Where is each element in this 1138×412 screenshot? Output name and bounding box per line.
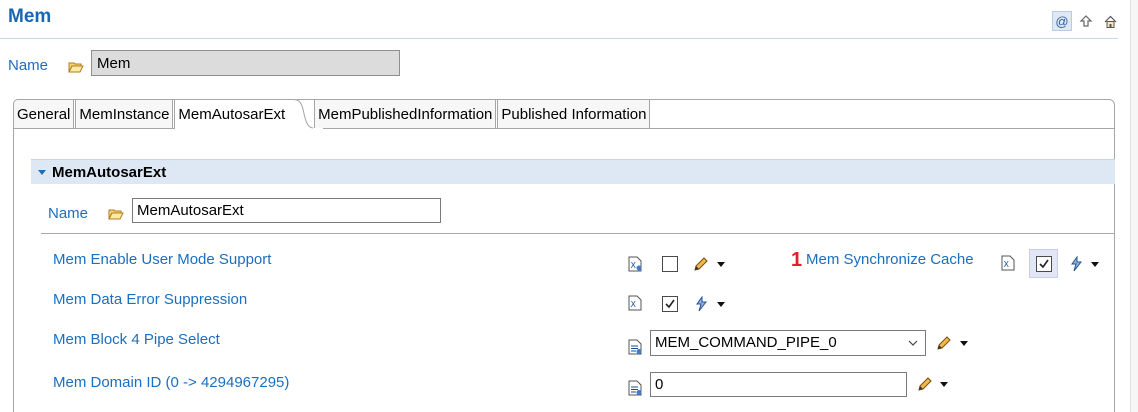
chevron-down-icon[interactable] bbox=[907, 337, 919, 349]
domain-id-label[interactable]: Mem Domain ID (0 -> 4294967295) bbox=[53, 374, 289, 391]
tab-label: Published Information bbox=[501, 105, 647, 123]
tab-mempublishedinformation[interactable]: MemPublishedInformation bbox=[314, 99, 497, 128]
top-toolbar: @ bbox=[1052, 11, 1120, 31]
title-divider bbox=[0, 38, 1118, 39]
sync-cache-menu-arrow-icon[interactable] bbox=[1091, 262, 1099, 267]
pipe-select-dropdown[interactable]: MEM_COMMAND_PIPE_0 bbox=[650, 330, 926, 356]
data-error-suppression-label[interactable]: Mem Data Error Suppression bbox=[53, 291, 247, 308]
home-icon[interactable] bbox=[1100, 11, 1120, 31]
checkmark-icon bbox=[665, 299, 675, 309]
open-folder-icon bbox=[108, 207, 124, 220]
tab-strip: General MemInstance MemAutosarExt MemPub… bbox=[13, 99, 651, 129]
section-header[interactable]: MemAutosarExt bbox=[31, 159, 1115, 184]
arrow-up-icon[interactable] bbox=[1076, 11, 1096, 31]
annotation-marker: 1 bbox=[791, 249, 803, 271]
user-mode-support-checkbox[interactable] bbox=[662, 256, 678, 272]
checkmark-icon bbox=[1039, 259, 1049, 269]
user-mode-support-label[interactable]: Mem Enable User Mode Support bbox=[53, 251, 271, 268]
section-divider bbox=[41, 233, 1115, 234]
active-tab-slant bbox=[293, 99, 314, 129]
svg-text:X: X bbox=[631, 261, 637, 270]
at-sign-icon[interactable]: @ bbox=[1052, 11, 1072, 31]
pipe-select-label[interactable]: Mem Block 4 Pipe Select bbox=[53, 331, 220, 348]
data-error-menu-arrow-icon[interactable] bbox=[717, 302, 725, 307]
section-name-field[interactable]: MemAutosarExt bbox=[132, 198, 441, 223]
edit-pencil-icon[interactable] bbox=[693, 256, 709, 272]
name-label[interactable]: Name bbox=[8, 57, 48, 74]
tab-general[interactable]: General bbox=[13, 99, 75, 128]
edit-pencil-icon[interactable] bbox=[936, 335, 952, 351]
tab-label: General bbox=[17, 105, 71, 123]
section-name-row: Name MemAutosarExt bbox=[48, 197, 448, 223]
name-row: Name Mem bbox=[8, 50, 408, 76]
sync-cache-label[interactable]: Mem Synchronize Cache bbox=[806, 251, 974, 268]
svg-text:X: X bbox=[631, 300, 637, 309]
number-doc-icon bbox=[628, 380, 642, 396]
domain-id-menu-arrow-icon[interactable] bbox=[940, 382, 948, 387]
section-name-label[interactable]: Name bbox=[48, 205, 88, 222]
calculated-doc-icon: X bbox=[628, 256, 642, 272]
sync-cache-checkbox[interactable] bbox=[1036, 256, 1052, 272]
vertical-scrollbar[interactable] bbox=[1130, 0, 1138, 412]
open-folder-icon bbox=[68, 60, 84, 73]
default-value-icon[interactable] bbox=[693, 296, 709, 312]
section-title: MemAutosarExt bbox=[52, 163, 167, 181]
calculated-doc-icon: X bbox=[628, 295, 642, 311]
name-field[interactable]: Mem bbox=[91, 50, 400, 76]
calculated-doc-icon: X bbox=[1001, 255, 1015, 271]
page-title: Mem bbox=[8, 6, 52, 27]
data-error-suppression-checkbox[interactable] bbox=[662, 296, 678, 312]
expand-triangle-icon[interactable] bbox=[38, 169, 46, 175]
tab-label: MemAutosarExt bbox=[178, 106, 286, 123]
tab-meminstance[interactable]: MemInstance bbox=[75, 99, 174, 128]
svg-text:X: X bbox=[1004, 260, 1010, 269]
tab-memautosarext[interactable]: MemAutosarExt bbox=[174, 99, 294, 129]
pipe-select-menu-arrow-icon[interactable] bbox=[960, 341, 968, 346]
tab-label: MemPublishedInformation bbox=[318, 105, 493, 123]
domain-id-field[interactable]: 0 bbox=[650, 372, 907, 397]
tab-label: MemInstance bbox=[79, 105, 170, 123]
edit-pencil-icon[interactable] bbox=[917, 376, 933, 392]
pipe-select-value: MEM_COMMAND_PIPE_0 bbox=[655, 334, 837, 351]
enum-doc-icon bbox=[628, 339, 642, 355]
default-value-icon[interactable] bbox=[1068, 256, 1084, 272]
tab-published-information[interactable]: Published Information bbox=[497, 99, 651, 128]
user-mode-menu-arrow-icon[interactable] bbox=[717, 262, 725, 267]
